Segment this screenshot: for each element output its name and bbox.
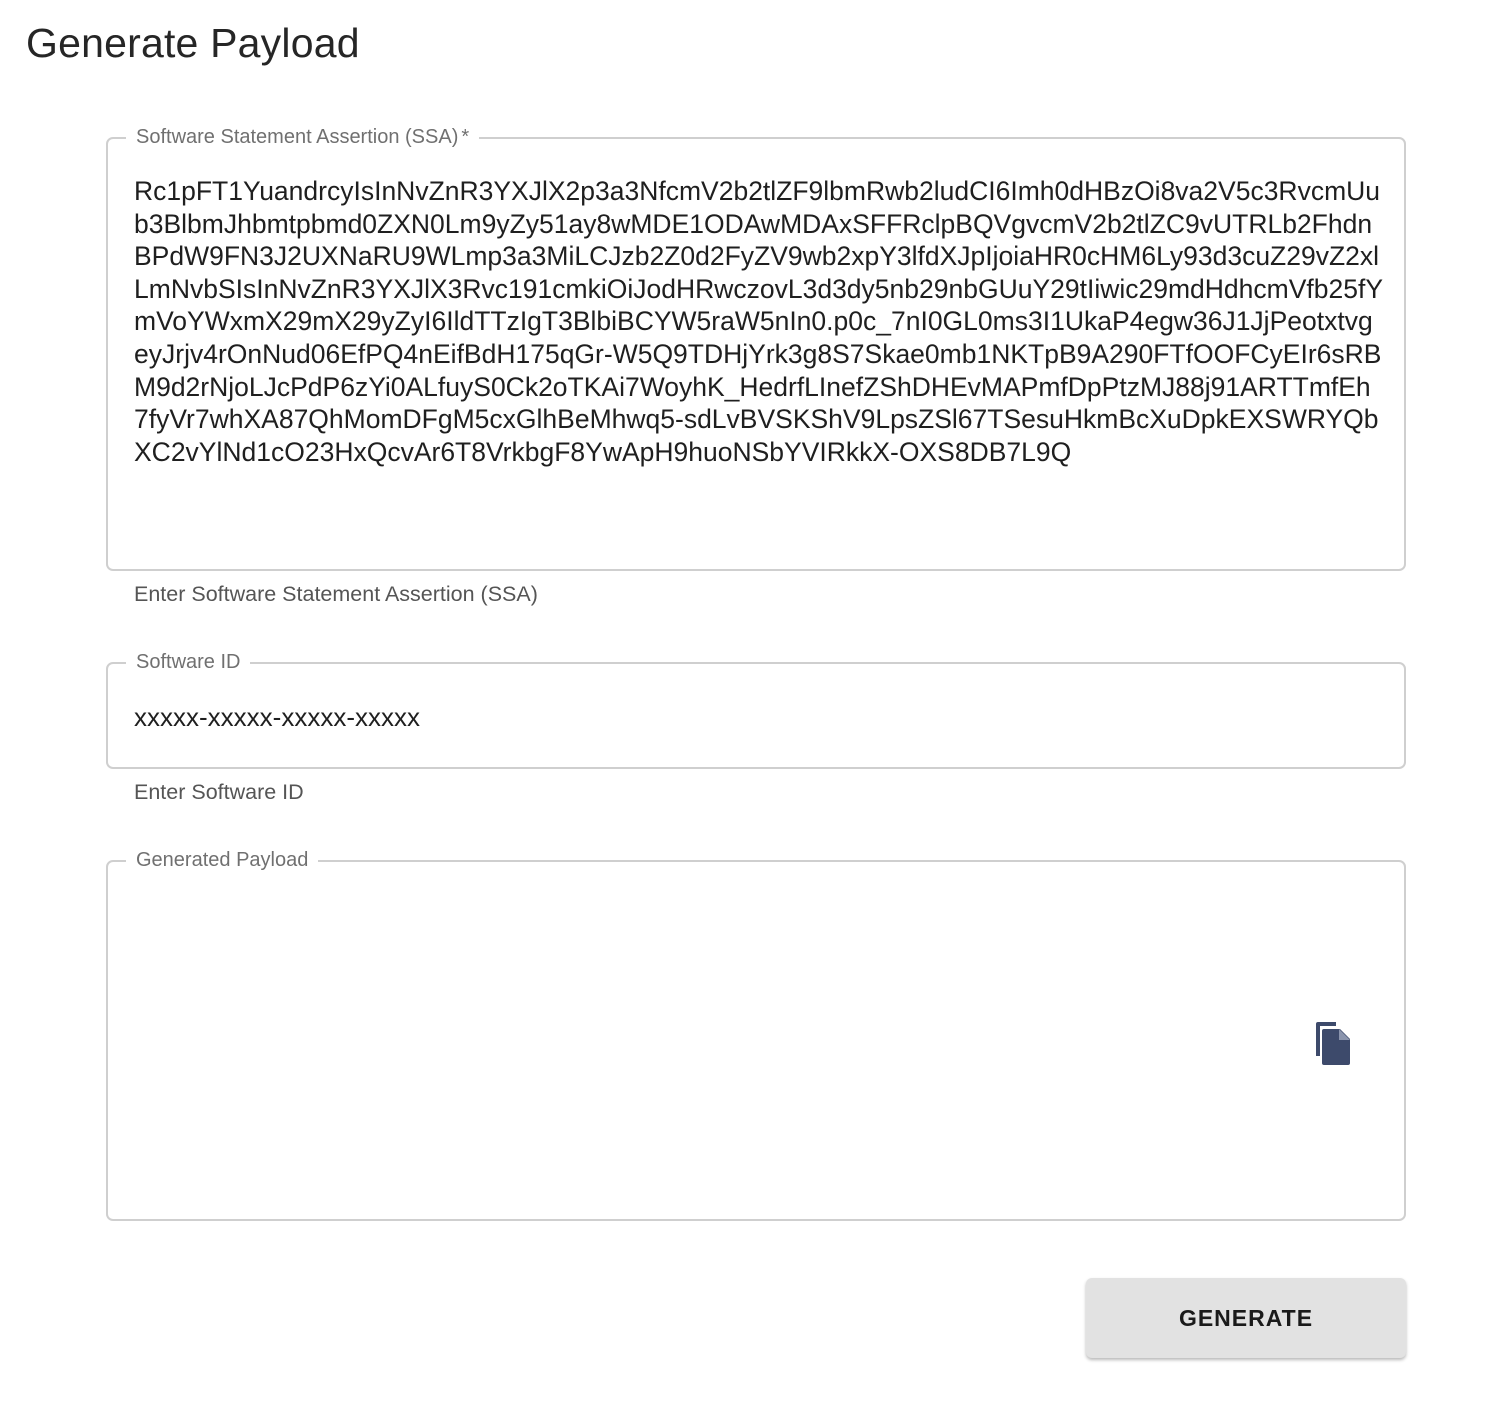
generated-payload-label: Generated Payload: [126, 847, 319, 873]
generated-payload-output[interactable]: [134, 898, 1284, 1199]
copy-icon[interactable]: [1310, 1019, 1354, 1067]
ssa-label-text: Software Statement Assertion (SSA): [136, 126, 459, 148]
software-id-helper-text: Enter Software ID: [134, 780, 304, 804]
required-marker: *: [461, 126, 470, 148]
page: Generate Payload Software Statement Asse…: [0, 0, 1490, 1404]
software-id-input[interactable]: xxxxx-xxxxx-xxxxx-xxxxx: [134, 702, 420, 733]
software-id-label: Software ID: [126, 649, 251, 675]
software-id-field[interactable]: Software ID xxxxx-xxxxx-xxxxx-xxxxx: [106, 649, 1406, 769]
generated-payload-field[interactable]: Generated Payload: [106, 847, 1406, 1221]
ssa-textarea[interactable]: Rc1pFT1YuandrcyIsInNvZnR3YXJlX2p3a3NfcmV…: [134, 175, 1384, 468]
ssa-helper-text: Enter Software Statement Assertion (SSA): [134, 582, 538, 606]
generate-button[interactable]: GENERATE: [1086, 1278, 1406, 1358]
page-title: Generate Payload: [26, 20, 360, 66]
ssa-field[interactable]: Software Statement Assertion (SSA) * Rc1p…: [106, 124, 1406, 571]
ssa-field-label: Software Statement Assertion (SSA) *: [126, 124, 480, 150]
